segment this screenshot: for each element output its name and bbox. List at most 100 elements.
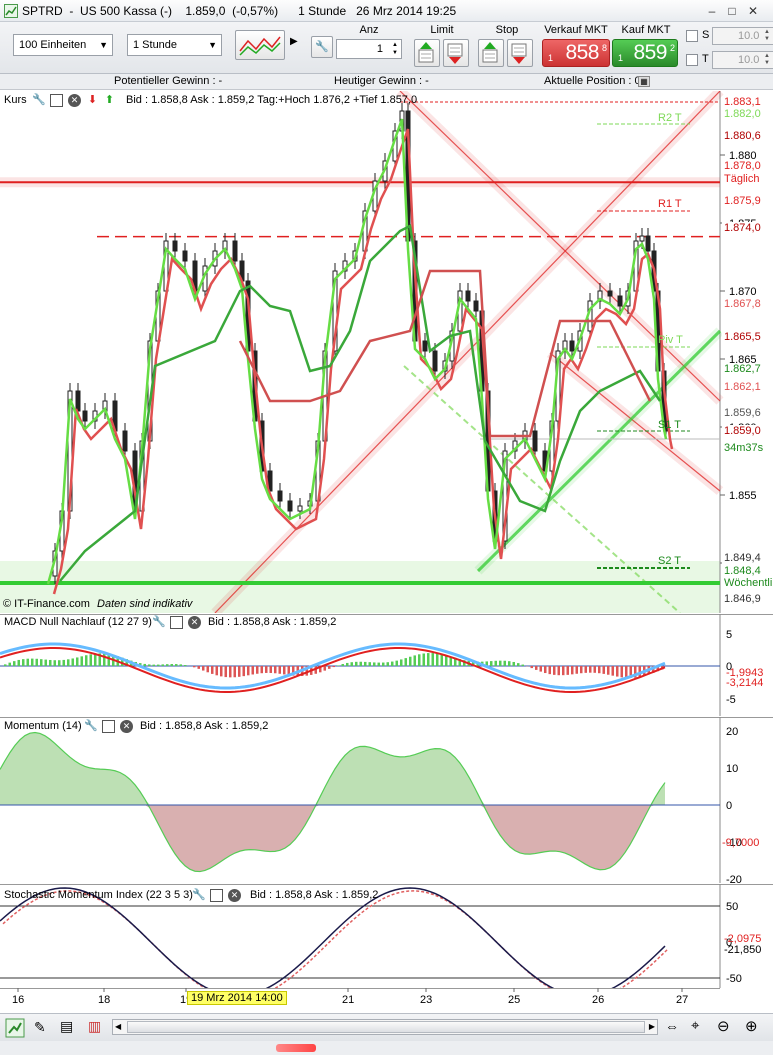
sell-market-button[interactable]: 1 858 8 bbox=[542, 39, 610, 67]
macd-histogram-bar bbox=[148, 664, 151, 666]
macd-histogram-bar bbox=[283, 666, 286, 675]
limit-sell-button[interactable] bbox=[443, 39, 469, 67]
price-tag: 1.882,0 bbox=[722, 108, 761, 122]
close-panel-icon[interactable]: ✕ bbox=[68, 94, 81, 107]
zoom-out-icon[interactable]: ⊖ bbox=[717, 1017, 730, 1035]
title-bar: SPTRD - US 500 Kassa (-) 1.859,0 (-0,57%… bbox=[0, 0, 773, 22]
t-input[interactable]: 10.0 ▲ ▼ bbox=[712, 51, 773, 69]
macd-histogram-bar bbox=[575, 666, 578, 674]
scroll-left-icon[interactable]: ◀ bbox=[115, 1020, 121, 1034]
stepper-icon[interactable]: ▲ ▼ bbox=[764, 29, 770, 43]
wrench-icon[interactable]: 🔧 bbox=[152, 616, 166, 629]
time-label: 21 bbox=[342, 994, 354, 1006]
close-panel-icon[interactable]: ✕ bbox=[228, 889, 241, 902]
macd-histogram-bar bbox=[350, 662, 353, 666]
macd-histogram-bar bbox=[35, 658, 38, 666]
wrench-button[interactable]: 🔧 bbox=[311, 36, 333, 58]
zoom-in-icon[interactable]: ⊕ bbox=[745, 1017, 758, 1035]
momentum-axis-label: 0 bbox=[726, 800, 732, 812]
price-axis-label: 1.855 bbox=[729, 490, 757, 502]
macd-histogram-bar bbox=[323, 666, 326, 671]
level-label: R1 T bbox=[658, 198, 682, 210]
macd-histogram-bar bbox=[341, 664, 344, 666]
print-icon[interactable]: ▤ bbox=[60, 1018, 73, 1035]
move-down-icon[interactable]: ⬇ bbox=[86, 94, 99, 107]
t-checkbox[interactable] bbox=[686, 54, 698, 66]
macd-histogram-bar bbox=[418, 654, 421, 666]
current-position: Aktuelle Position : 0 bbox=[544, 75, 641, 87]
window-icon[interactable] bbox=[210, 889, 223, 902]
move-up-icon[interactable]: ⬆ bbox=[103, 94, 116, 107]
close-panel-icon[interactable]: ✕ bbox=[188, 616, 201, 629]
macd-histogram-bar bbox=[571, 666, 574, 675]
macd-histogram-bar bbox=[58, 660, 61, 666]
minimize-icon[interactable]: – bbox=[704, 3, 720, 19]
limit-buy-button[interactable] bbox=[414, 39, 440, 67]
macd-histogram-bar bbox=[49, 659, 52, 666]
stepper-icon[interactable]: ▲ ▼ bbox=[764, 53, 770, 67]
chart-arrow-icon[interactable] bbox=[5, 1018, 25, 1038]
price-tag: 1.846,9 bbox=[722, 593, 761, 607]
macd-tag: -3,2144 bbox=[726, 677, 763, 689]
limit-buy-icon bbox=[418, 42, 434, 63]
macd-histogram-bar bbox=[557, 666, 560, 676]
zoom-fit-icon[interactable]: ⌖ bbox=[691, 1017, 699, 1034]
s-input[interactable]: 10.0 ▲ ▼ bbox=[712, 27, 773, 45]
macd-histogram-bar bbox=[332, 666, 335, 668]
fit-width-icon[interactable]: ⇔ bbox=[665, 1018, 679, 1034]
position-calculator-icon[interactable]: ▦ bbox=[638, 76, 650, 87]
macd-histogram-bar bbox=[517, 663, 520, 666]
horizontal-scrollbar[interactable]: ◀ ▶ bbox=[112, 1019, 658, 1035]
t-label: T bbox=[702, 53, 709, 65]
macd-histogram-bar bbox=[404, 658, 407, 666]
momentum-panel-title: Momentum (14) bbox=[4, 720, 82, 732]
macd-histogram-bar bbox=[427, 653, 430, 666]
momentum-chart[interactable]: 20100-10-20-9,7000 bbox=[0, 717, 773, 883]
macd-histogram-bar bbox=[44, 659, 47, 666]
momentum-panel-info: Bid : 1.858,8 Ask : 1.859,2 bbox=[140, 720, 269, 732]
scroll-right-icon[interactable]: ▶ bbox=[649, 1020, 655, 1034]
chart-type-button[interactable] bbox=[235, 30, 285, 60]
candle-body bbox=[422, 340, 428, 352]
macd-histogram-bar bbox=[548, 666, 551, 675]
window-icon[interactable] bbox=[102, 720, 115, 733]
macd-histogram-bar bbox=[8, 662, 11, 666]
wrench-icon[interactable]: 🔧 bbox=[192, 889, 206, 902]
t-value: 10.0 bbox=[738, 54, 760, 66]
interval-select[interactable]: 1 Stunde ▼ bbox=[127, 34, 222, 56]
macd-chart[interactable]: 50-5-1,9943-3,2144 bbox=[0, 614, 773, 716]
indicators-icon[interactable]: ▥ bbox=[88, 1018, 101, 1035]
buy-market-button[interactable]: 1 859 2 bbox=[612, 39, 678, 67]
macd-histogram-bar bbox=[4, 664, 7, 666]
macd-histogram-bar bbox=[499, 660, 502, 666]
maximize-icon[interactable]: □ bbox=[724, 3, 740, 19]
macd-histogram-bar bbox=[593, 666, 596, 673]
macd-histogram-bar bbox=[233, 666, 236, 678]
expand-arrow-icon[interactable]: ▶ bbox=[290, 36, 300, 47]
macd-histogram-bar bbox=[53, 660, 56, 666]
anz-input[interactable]: 1 ▲ ▼ bbox=[336, 39, 402, 59]
price-chart[interactable]: 1.8801.8751.8701.8651.8601.8551.850 R2 T… bbox=[0, 91, 773, 613]
close-panel-icon[interactable]: ✕ bbox=[120, 720, 133, 733]
price-tag: 1.875,9 bbox=[722, 195, 761, 209]
macd-histogram-bar bbox=[589, 666, 592, 673]
close-icon[interactable]: ✕ bbox=[745, 3, 761, 19]
level-label: S2 T bbox=[658, 555, 681, 567]
s-value: 10.0 bbox=[738, 30, 760, 42]
draw-tool-icon[interactable]: ✎ bbox=[34, 1019, 46, 1036]
stop-buy-button[interactable] bbox=[478, 39, 504, 67]
wrench-icon[interactable]: 🔧 bbox=[84, 720, 98, 733]
window-icon[interactable] bbox=[50, 94, 63, 107]
macd-histogram-bar bbox=[179, 664, 182, 666]
wrench-icon[interactable]: 🔧 bbox=[32, 94, 46, 107]
scroll-thumb[interactable] bbox=[127, 1021, 645, 1033]
window-icon[interactable] bbox=[170, 616, 183, 629]
units-select[interactable]: 100 Einheiten ▼ bbox=[13, 34, 113, 56]
macd-histogram-bar bbox=[512, 661, 515, 666]
buy-price-main: 859 bbox=[633, 41, 667, 64]
level-label: R2 T bbox=[658, 112, 682, 124]
stepper-icon[interactable]: ▲ ▼ bbox=[392, 41, 398, 57]
stop-sell-button[interactable] bbox=[507, 39, 533, 67]
macd-histogram-bar bbox=[247, 666, 250, 676]
s-checkbox[interactable] bbox=[686, 30, 698, 42]
